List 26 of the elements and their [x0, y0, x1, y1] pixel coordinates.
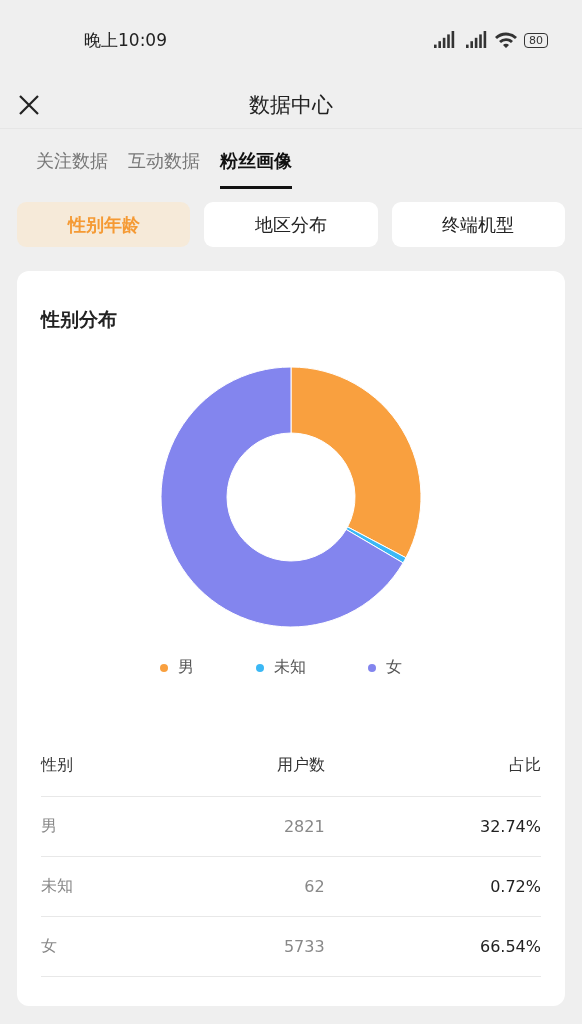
close-icon[interactable] — [18, 94, 40, 116]
table-cell: 62 — [154, 856, 325, 917]
legend-label: 女 — [386, 657, 402, 678]
table-cell: 0.72% — [324, 856, 541, 917]
tab[interactable]: 关注数据 — [36, 141, 108, 189]
legend-label: 未知 — [274, 657, 306, 678]
table-cell: 5733 — [154, 916, 325, 977]
table-cell: 66.54% — [324, 916, 541, 977]
column-header: 性别 — [41, 734, 155, 797]
segment-button[interactable]: 终端机型 — [391, 202, 565, 247]
table-cell: 2821 — [154, 796, 325, 857]
table-cell: 32.74% — [324, 796, 541, 857]
card-title: 性别分布 — [41, 307, 118, 332]
segment-button[interactable]: 地区分布 — [204, 202, 378, 247]
wifi-icon — [494, 31, 518, 49]
legend-label: 男 — [178, 657, 194, 678]
status-time: 晚上10:09 — [84, 28, 168, 52]
table-cell: 未知 — [41, 856, 155, 917]
page-title: 数据中心 — [249, 92, 333, 119]
column-header: 占比 — [324, 734, 541, 797]
column-header: 用户数 — [154, 734, 325, 797]
table-cell: 女 — [41, 916, 155, 977]
tab[interactable]: 互动数据 — [128, 141, 200, 189]
table-cell: 男 — [41, 796, 155, 857]
battery-icon: 80 — [524, 32, 548, 48]
tab[interactable]: 粉丝画像 — [220, 141, 292, 189]
